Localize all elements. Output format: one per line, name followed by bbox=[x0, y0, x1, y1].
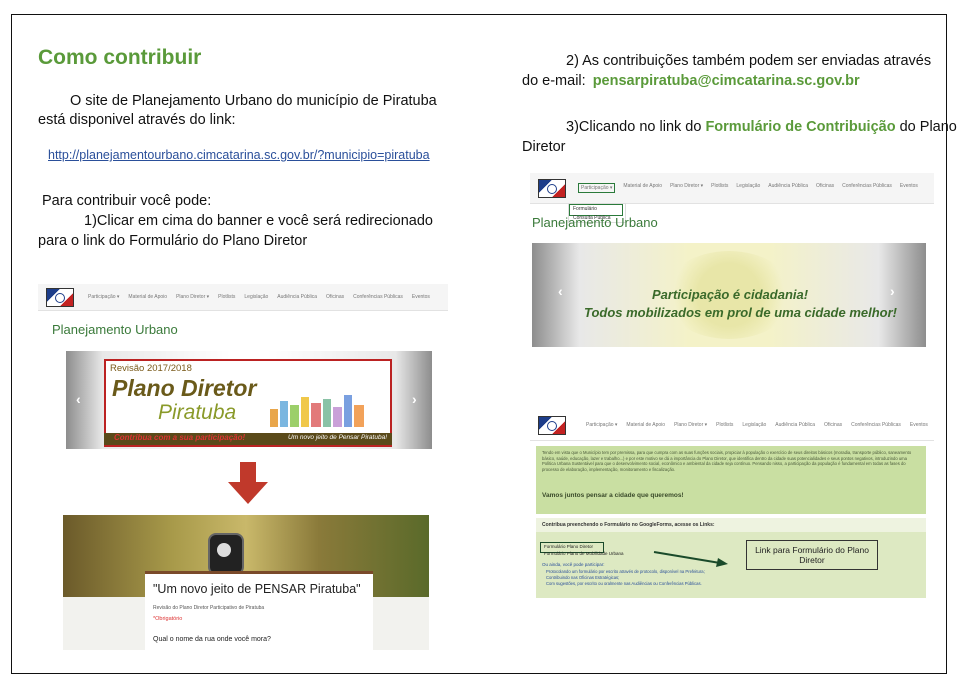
nav-item[interactable]: Plano Diretor ▾ bbox=[176, 294, 209, 300]
also-title: Ou ainda, você pode participar: bbox=[542, 562, 605, 567]
banner2-line-2: Todos mobilizados em prol de uma cidade … bbox=[584, 305, 898, 320]
intro-panel: Tendo em vista que o Município tem por p… bbox=[536, 446, 926, 514]
site-screenshot-3: Participação ▾ Material de Apoio Plano D… bbox=[530, 410, 934, 600]
nav-item[interactable]: Plotlists bbox=[716, 422, 733, 428]
carousel-next-icon[interactable]: › bbox=[890, 283, 895, 299]
nav-item[interactable]: Conferências Públicas bbox=[842, 183, 892, 193]
nav-item[interactable]: Eventos bbox=[900, 183, 918, 193]
intro-body-text: Tendo em vista que o Município tem por p… bbox=[542, 450, 912, 472]
nav-item[interactable]: Legislação bbox=[736, 183, 760, 193]
contribute-panel: Contribua preenchendo o Formulário no Go… bbox=[536, 518, 926, 598]
nav-item[interactable]: Eventos bbox=[910, 422, 928, 428]
flag-logo-icon bbox=[46, 287, 74, 307]
step2-line-1: 2) As contribuições também podem ser env… bbox=[566, 53, 932, 69]
site-screenshot-1: Participação ▾ Material de Apoio Plano D… bbox=[38, 284, 448, 454]
page-title: Como contribuir bbox=[38, 46, 202, 69]
nav-item[interactable]: Material de Apoio bbox=[626, 422, 665, 428]
callout-box: Link para Formulário do Plano Diretor bbox=[746, 540, 878, 570]
step1-line-2: para o link do Formulário do Plano Diret… bbox=[38, 233, 308, 249]
banner-novo-jeito: Um novo jeito de Pensar Piratuba! bbox=[288, 434, 387, 441]
nav-item-participacao[interactable]: Participação ▾ bbox=[578, 183, 616, 193]
dropdown-formulario[interactable]: Formulário bbox=[573, 206, 597, 212]
intro-bold: Vamos juntos pensar a cidade que queremo… bbox=[542, 492, 684, 499]
nav-item[interactable]: Plotlists bbox=[711, 183, 728, 193]
nav-item[interactable]: Audiência Pública bbox=[768, 183, 808, 193]
nav-item[interactable]: Legislação bbox=[742, 422, 766, 428]
flag-logo-icon bbox=[538, 415, 566, 435]
pointer-arrow-icon bbox=[653, 551, 728, 567]
nav-item[interactable]: Plotlists bbox=[218, 294, 235, 300]
form-question: Qual o nome da rua onde você mora? bbox=[153, 636, 271, 643]
nav-item[interactable]: Participação ▾ bbox=[586, 422, 617, 428]
nav-item[interactable]: Plano Diretor ▾ bbox=[674, 422, 707, 428]
nav-item[interactable]: Eventos bbox=[412, 294, 430, 300]
site-heading: Planejamento Urbano bbox=[532, 215, 658, 230]
nav-item[interactable]: Material de Apoio bbox=[128, 294, 167, 300]
contribute-heading: Para contribuir você pode: bbox=[42, 193, 212, 209]
site-nav: Participação ▾ Material de Apoio Plano D… bbox=[530, 410, 934, 441]
carousel-next-icon[interactable]: › bbox=[412, 391, 417, 407]
intro-line-2: está disponivel através do link: bbox=[38, 112, 236, 128]
nav-item[interactable]: Material de Apoio bbox=[623, 183, 662, 193]
form-subtitle: Revisão do Plano Diretor Participativo d… bbox=[153, 605, 265, 611]
nav-item[interactable]: Conferências Públicas bbox=[353, 294, 403, 300]
step3-prefix: 3)Clicando no link do bbox=[566, 119, 702, 135]
flag-logo-icon bbox=[538, 178, 566, 198]
step1-line-1: 1)Clicar em cima do banner e você será r… bbox=[84, 213, 433, 229]
site-nav: Participação ▾ Material de Apoio Plano D… bbox=[530, 173, 934, 204]
banner-contribua: Contribua com a sua participação! bbox=[114, 433, 246, 442]
nav-item[interactable]: Oficinas bbox=[326, 294, 344, 300]
banner-subtitle: Piratuba bbox=[158, 401, 237, 424]
banner2-line-1: Participação é cidadania! bbox=[652, 287, 809, 302]
banner-revisao: Revisão 2017/2018 bbox=[110, 363, 192, 374]
down-arrow-icon bbox=[228, 462, 268, 504]
site-link[interactable]: http://planejamentourbano.cimcatarina.sc… bbox=[48, 148, 430, 162]
nav-item[interactable]: Conferências Públicas bbox=[851, 422, 901, 428]
site-screenshot-2: Participação ▾ Material de Apoio Plano D… bbox=[530, 173, 934, 353]
nav-item[interactable]: Audiência Pública bbox=[775, 422, 815, 428]
nav-item[interactable]: Participação ▾ bbox=[88, 294, 119, 300]
step3-line-2: Diretor bbox=[522, 139, 566, 155]
form-link-plano-diretor[interactable]: Formulário Plano Diretor bbox=[544, 544, 593, 549]
form-card: "Um novo jeito de PENSAR Piratuba" Revis… bbox=[145, 571, 373, 653]
nav-item[interactable]: Oficinas bbox=[824, 422, 842, 428]
email-link[interactable]: pensarpiratuba@cimcatarina.sc.gov.br bbox=[593, 73, 860, 89]
carousel-prev-icon[interactable]: ‹ bbox=[558, 283, 563, 299]
plano-diretor-banner[interactable]: Revisão 2017/2018 Plano Diretor Piratuba… bbox=[66, 351, 432, 449]
list-item: Com sugestões, por escrito ou oralmente … bbox=[546, 581, 702, 586]
list-item: Contribuindo nas Oficinas Estratégicas; bbox=[546, 575, 620, 580]
site-nav: Participação ▾ Material de Apoio Plano D… bbox=[38, 284, 448, 311]
contribute-title: Contribua preenchendo o Formulário no Go… bbox=[542, 522, 715, 528]
city-illustration-icon bbox=[268, 393, 368, 427]
intro-line-1: O site de Planejamento Urbano do municíp… bbox=[70, 93, 437, 109]
nav-item[interactable]: Legislação bbox=[244, 294, 268, 300]
nav-item[interactable]: Plano Diretor ▾ bbox=[670, 183, 703, 193]
carousel-prev-icon[interactable]: ‹ bbox=[76, 391, 81, 407]
banner-title: Plano Diretor bbox=[112, 375, 257, 401]
form-required: *Obrigatório bbox=[153, 616, 183, 622]
step3-suffix: do Plano bbox=[899, 119, 957, 135]
nav-item[interactable]: Oficinas bbox=[816, 183, 834, 193]
site-heading: Planejamento Urbano bbox=[52, 322, 178, 337]
nav-item[interactable]: Audiência Pública bbox=[277, 294, 317, 300]
formulario-contribuicao-link[interactable]: Formulário de Contribuição bbox=[705, 119, 895, 135]
form-link-mobilidade[interactable]: Formulário Plano de Mobilidade Urbana bbox=[544, 551, 624, 556]
form-screenshot: "Um novo jeito de PENSAR Piratuba" Revis… bbox=[63, 515, 429, 653]
form-title: "Um novo jeito de PENSAR Piratuba" bbox=[153, 582, 361, 596]
step2-prefix: do e-mail: bbox=[522, 73, 586, 89]
cidadania-banner[interactable]: Participação é cidadania! Todos mobiliza… bbox=[532, 243, 926, 347]
